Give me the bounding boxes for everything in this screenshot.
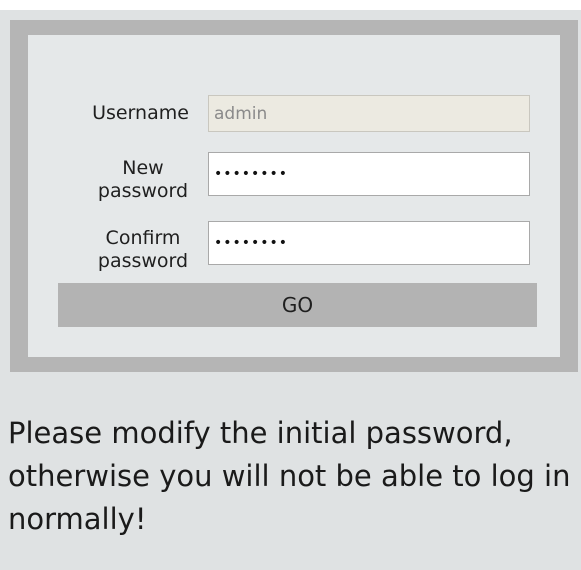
confirm-password-label-line2: password: [97, 250, 189, 272]
initial-password-notice: Please modify the initial password, othe…: [8, 416, 571, 536]
form-frame: Username New password Confirm password G…: [10, 20, 578, 372]
confirm-password-label-line1: Confirm: [105, 227, 181, 249]
go-button[interactable]: GO: [58, 283, 537, 327]
confirm-password-field[interactable]: [208, 221, 530, 265]
username-field[interactable]: [208, 95, 530, 132]
new-password-label-line2: password: [97, 180, 189, 202]
new-password-field[interactable]: [208, 152, 530, 196]
password-form: Username New password Confirm password G…: [28, 35, 560, 357]
username-label: Username: [92, 102, 189, 124]
password-change-screen: Username New password Confirm password G…: [0, 10, 581, 570]
new-password-label-line1: New: [122, 157, 164, 179]
